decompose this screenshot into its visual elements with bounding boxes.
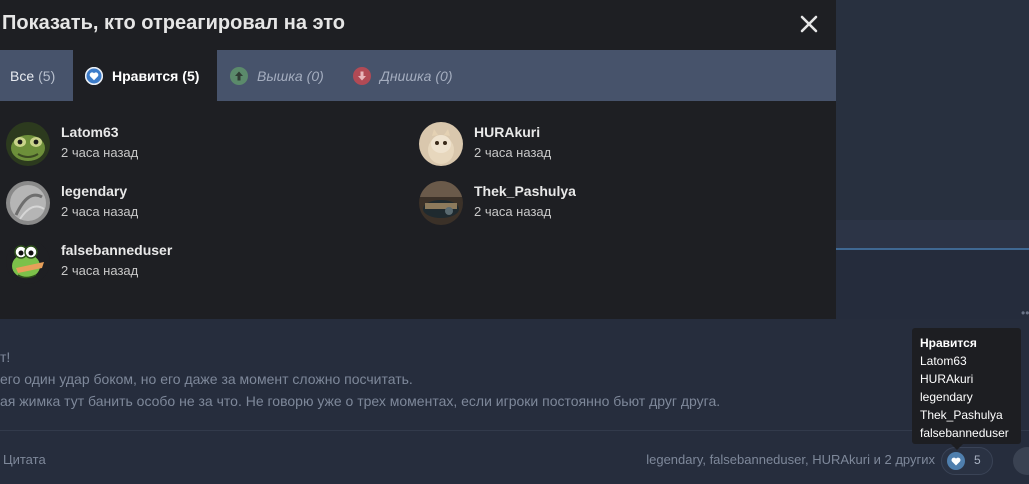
heart-icon xyxy=(947,452,965,470)
page: •• т! его один удар боком, но его даже з… xyxy=(0,0,1029,484)
tooltip-title: Нравится xyxy=(920,336,977,350)
user-name[interactable]: falsebanneduser xyxy=(61,242,172,258)
reaction-time: 2 часа назад xyxy=(474,204,552,219)
list-item: Thek_Pashulya 2 часа назад xyxy=(413,181,773,231)
reactors-list: Latom63 2 часа назад HURAkuri 2 часа наз… xyxy=(0,101,836,319)
post-line: его один удар боком, но его даже за моме… xyxy=(0,371,413,387)
user-name[interactable]: Latom63 xyxy=(61,124,119,140)
modal-title: Показать, кто отреагировал на это xyxy=(2,12,346,34)
avatar[interactable] xyxy=(419,181,463,225)
post-line: ая жимка тут банить особо не за что. Не … xyxy=(0,393,721,409)
user-name[interactable]: HURAkuri xyxy=(474,124,540,140)
background-panel xyxy=(836,0,1029,220)
avatar[interactable] xyxy=(6,240,50,284)
list-item: HURAkuri 2 часа назад xyxy=(413,122,773,172)
user-name[interactable]: legendary xyxy=(61,183,127,199)
close-button[interactable] xyxy=(796,11,822,37)
avatar[interactable] xyxy=(6,181,50,225)
tooltip-name: HURAkuri xyxy=(920,372,974,386)
reaction-time: 2 часа назад xyxy=(61,204,139,219)
tab-up[interactable]: Вышка (0) xyxy=(230,50,324,101)
arrow-down-icon xyxy=(353,66,371,85)
background-accent-line xyxy=(836,248,1029,250)
post-line: т! xyxy=(0,349,11,365)
tab-label: Все xyxy=(10,67,35,84)
list-item: legendary 2 часа назад xyxy=(0,181,360,231)
close-icon[interactable] xyxy=(796,11,822,37)
tab-count: (5) xyxy=(38,67,56,84)
tooltip-name: falsebanneduser xyxy=(920,426,1009,440)
tab-down[interactable]: Днишка (0) xyxy=(353,50,453,101)
reaction-count-button[interactable]: 5 xyxy=(941,447,993,475)
reaction-time: 2 часа назад xyxy=(61,263,139,278)
tooltip-name: legendary xyxy=(920,390,973,404)
reactions-modal: Показать, кто отреагировал на это Все (5… xyxy=(0,0,836,319)
quote-button[interactable]: Цитата xyxy=(3,452,46,467)
list-item: falsebanneduser 2 часа назад xyxy=(0,240,360,290)
avatar[interactable] xyxy=(6,122,50,166)
tab-count: (0) xyxy=(435,67,453,84)
avatar[interactable] xyxy=(419,122,463,166)
tooltip-arrow xyxy=(951,444,963,450)
modal-header: Показать, кто отреагировал на это xyxy=(0,0,836,50)
reactions-tooltip: Нравится Latom63 HURAkuri legendary Thek… xyxy=(912,328,1021,444)
reaction-count: 5 xyxy=(974,453,981,467)
tooltip-name: Latom63 xyxy=(920,354,967,368)
reaction-tabs: Все (5) Нравится (5) Вышка (0) Днишка (0… xyxy=(0,50,836,101)
post-text: т! его один удар боком, но его даже за м… xyxy=(0,346,830,412)
tab-label: Днишка xyxy=(380,67,432,84)
tab-label: Вышка xyxy=(257,67,303,84)
more-options-icon[interactable]: •• xyxy=(1021,306,1029,320)
tab-count: (0) xyxy=(306,67,324,84)
list-item: Latom63 2 часа назад xyxy=(0,122,360,172)
reaction-time: 2 часа назад xyxy=(61,145,139,160)
tooltip-name: Thek_Pashulya xyxy=(920,408,1003,422)
reactions-summary-link[interactable]: legendary, falsebanneduser, HURAkuri и 2… xyxy=(646,452,935,467)
background-panel-header xyxy=(836,220,1029,248)
tab-label: Нравится xyxy=(112,67,179,84)
heart-icon xyxy=(85,66,103,85)
tab-all[interactable]: Все (5) xyxy=(0,50,73,101)
reaction-time: 2 часа назад xyxy=(474,145,552,160)
post-footer-divider xyxy=(0,430,1029,431)
tab-like[interactable]: Нравится (5) xyxy=(73,50,217,101)
user-name[interactable]: Thek_Pashulya xyxy=(474,183,576,199)
arrow-up-icon xyxy=(230,66,248,85)
tab-count: (5) xyxy=(182,67,200,84)
